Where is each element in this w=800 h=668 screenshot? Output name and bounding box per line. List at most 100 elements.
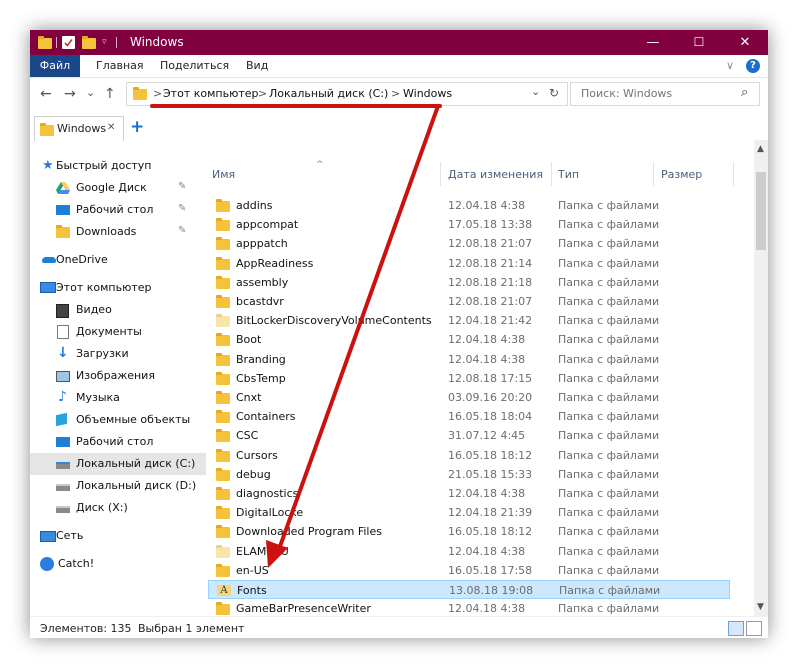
chevron-down-icon[interactable]: ∨	[726, 59, 734, 72]
breadcrumb-this-pc[interactable]: Этот компьютер	[163, 87, 259, 100]
table-row[interactable]: BitLockerDiscoveryVolumeContents 12.04.18…	[208, 311, 730, 330]
column-divider[interactable]	[440, 162, 441, 186]
search-input[interactable]	[579, 86, 733, 101]
file-name: en-US	[236, 563, 269, 577]
column-header-size[interactable]: Размер	[661, 168, 702, 181]
sidebar-item-3d-objects[interactable]: Объемные объекты	[30, 409, 206, 431]
sidebar-item-pictures[interactable]: Изображения	[30, 365, 206, 387]
search-box[interactable]: ⌕	[570, 82, 760, 106]
table-row[interactable]: DigitalLocke 12.04.18 21:39 Папка с файлам…	[208, 503, 730, 522]
sort-indicator-icon: ^	[316, 160, 324, 170]
table-row[interactable]: Containers 16.05.18 18:04 Папка с файлами	[208, 407, 730, 426]
table-row[interactable]: CbsTemp 12.08.18 17:15 Папка с файлами	[208, 369, 730, 388]
folder-icon	[216, 352, 230, 366]
file-type: Папка с файлами	[558, 429, 660, 443]
sidebar-item-local-disk-c[interactable]: Локальный диск (C:)	[30, 453, 206, 475]
table-row[interactable]: Boot 12.04.18 4:38 Папка с файлами	[208, 330, 730, 349]
breadcrumb-windows[interactable]: Windows	[403, 87, 452, 100]
tab-view[interactable]: Вид	[246, 59, 268, 72]
file-type: Папка с файлами	[558, 218, 660, 232]
tab-label: Windows	[57, 122, 107, 135]
minimize-button[interactable]: —	[630, 30, 676, 55]
table-row[interactable]: Cursors 16.05.18 18:12 Папка с файлами	[208, 446, 730, 465]
table-row[interactable]: Cnxt 03.09.16 20:20 Папка с файлами	[208, 388, 730, 407]
folder-icon	[216, 448, 230, 462]
forward-arrow-icon[interactable]: →	[64, 86, 76, 102]
table-row[interactable]: ELAMBKU 12.04.18 4:38 Папка с файлами	[208, 542, 730, 561]
file-date: 16.05.18 18:04	[448, 410, 533, 424]
close-tab-icon[interactable]: ✕	[107, 122, 115, 133]
back-arrow-icon[interactable]: ←	[40, 86, 52, 102]
scroll-up-icon[interactable]: ▲	[757, 144, 764, 154]
up-arrow-icon[interactable]: ↑	[104, 86, 116, 102]
table-row[interactable]: en-US 16.05.18 17:58 Папка с файлами	[208, 561, 730, 580]
sidebar-item-music[interactable]: ♪ Музыка	[30, 387, 206, 409]
table-row[interactable]: apppatch 12.08.18 21:07 Папка с файлами	[208, 234, 730, 253]
chevron-down-icon[interactable]: ⌄	[531, 85, 540, 98]
table-row[interactable]: diagnostics 12.04.18 4:38 Папка с файлами	[208, 484, 730, 503]
sidebar-item-google-drive[interactable]: Google Диск ✎	[30, 177, 206, 199]
table-row[interactable]: bcastdvr 12.08.18 21:07 Папка с файлами	[208, 292, 730, 311]
column-divider[interactable]	[653, 162, 654, 186]
sidebar-item-local-disk-d[interactable]: Локальный диск (D:)	[30, 475, 206, 497]
sidebar-item-desktop-pinned[interactable]: Рабочий стол ✎	[30, 199, 206, 221]
column-divider[interactable]	[733, 162, 734, 186]
properties-icon[interactable]	[62, 36, 75, 49]
close-button[interactable]: ✕	[722, 30, 768, 55]
tab-home[interactable]: Главная	[96, 59, 144, 72]
3d-objects-icon	[56, 412, 67, 427]
scroll-thumb[interactable]	[756, 172, 766, 250]
table-row-selected[interactable]: A Fonts 13.08.18 19:08 Папка с файлами	[208, 580, 730, 599]
new-folder-icon[interactable]	[82, 36, 96, 49]
sidebar-item-video[interactable]: Видео	[30, 299, 206, 321]
column-header-type[interactable]: Тип	[558, 168, 579, 181]
refresh-icon[interactable]: ↻	[549, 86, 559, 100]
customize-toolbar-icon[interactable]: ▿	[102, 37, 115, 50]
sidebar-item-disk-x[interactable]: Диск (X:)	[30, 497, 206, 519]
folder-icon	[216, 391, 230, 404]
help-icon[interactable]: ?	[746, 59, 760, 73]
sidebar-item-this-pc[interactable]: Этот компьютер	[30, 277, 206, 299]
sidebar-item-downloads-pinned[interactable]: Downloads ✎	[30, 221, 206, 243]
table-row[interactable]: assembly 12.08.18 21:18 Папка с файлами	[208, 273, 730, 292]
tab-share[interactable]: Поделиться	[160, 59, 229, 72]
tab-file[interactable]: Файл	[30, 55, 80, 77]
recent-locations-icon[interactable]: ⌄	[86, 86, 95, 99]
sidebar-item-quick-access[interactable]: ★ Быстрый доступ	[30, 155, 206, 177]
breadcrumb-local-disk[interactable]: Локальный диск (C:)	[269, 87, 388, 100]
sidebar-item-desktop[interactable]: Рабочий стол	[30, 431, 206, 453]
address-bar[interactable]: > Этот компьютер > Локальный диск (C:) >…	[126, 82, 568, 106]
file-date: 12.04.18 4:38	[448, 333, 526, 347]
file-name: Cnxt	[236, 391, 262, 404]
new-tab-button[interactable]: +	[130, 117, 144, 137]
vertical-scrollbar[interactable]: ▲ ▼	[754, 140, 768, 616]
tab-windows[interactable]: Windows ✕	[34, 116, 124, 141]
column-header-name[interactable]: Имя	[212, 168, 235, 181]
sidebar-item-downloads[interactable]: ↓ Загрузки	[30, 343, 206, 365]
file-name: Fonts	[237, 584, 267, 597]
google-drive-icon	[56, 182, 70, 194]
table-row[interactable]: Branding 12.04.18 4:38 Папка с файлами	[208, 350, 730, 369]
scroll-down-icon[interactable]: ▼	[757, 602, 764, 612]
details-view-icon[interactable]	[728, 621, 744, 636]
sidebar-item-documents[interactable]: Документы	[30, 321, 206, 343]
sidebar-item-catch[interactable]: Catch!	[30, 553, 206, 575]
column-divider[interactable]	[551, 162, 552, 186]
table-row[interactable]: addins 12.04.18 4:38 Папка с файлами	[208, 196, 730, 215]
table-row[interactable]: debug 21.05.18 15:33 Папка с файлами	[208, 465, 730, 484]
search-icon[interactable]: ⌕	[741, 85, 748, 100]
column-header-date[interactable]: Дата изменения	[448, 168, 543, 181]
table-row[interactable]: Downloaded Program Files 16.05.18 18:12 Па…	[208, 522, 730, 541]
folder-icon	[216, 525, 230, 539]
large-icons-view-icon[interactable]	[746, 621, 762, 636]
maximize-button[interactable]: ☐	[676, 30, 722, 55]
file-type: Папка с файлами	[558, 199, 660, 212]
table-row[interactable]: AppReadiness 12.08.18 21:14 Папка с файлам…	[208, 254, 730, 273]
sidebar-item-onedrive[interactable]: OneDrive	[30, 249, 206, 271]
table-row[interactable]: appcompat 17.05.18 13:38 Папка с файлами	[208, 215, 730, 234]
folder-icon	[216, 487, 230, 500]
folder-tabs: Windows ✕ +	[30, 116, 768, 141]
folder-icon	[216, 371, 230, 385]
sidebar-item-network[interactable]: Сеть	[30, 525, 206, 547]
table-row[interactable]: CSC 31.07.12 4:45 Папка с файлами	[208, 426, 730, 445]
